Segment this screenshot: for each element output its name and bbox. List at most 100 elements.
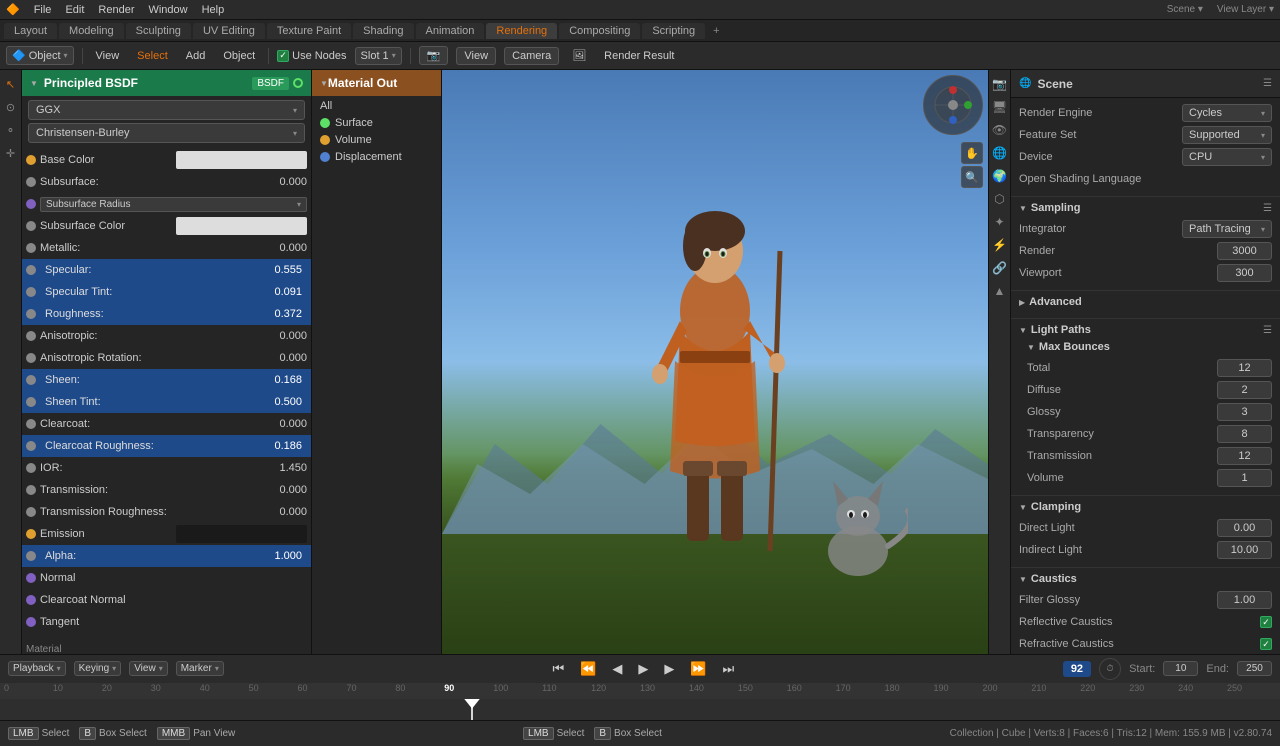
- tab-layout[interactable]: Layout: [4, 23, 57, 39]
- sheen-bar[interactable]: Sheen: 0.168: [40, 371, 307, 389]
- tab-animation[interactable]: Animation: [416, 23, 485, 39]
- left-icon-select[interactable]: ⊙: [2, 98, 20, 116]
- prop-row-transmission[interactable]: Transmission: 0.000: [22, 479, 311, 501]
- sampling-header[interactable]: ▼ Sampling ☰: [1019, 202, 1272, 214]
- camera-btn[interactable]: Camera: [504, 47, 559, 65]
- tab-shading[interactable]: Shading: [353, 23, 413, 39]
- toolbar-view[interactable]: View: [91, 48, 125, 64]
- prop-row-specular-tint[interactable]: Specular Tint: 0.091: [22, 281, 311, 303]
- prop-row-clearcoat[interactable]: Clearcoat: 0.000: [22, 413, 311, 435]
- clamping-expand-icon[interactable]: ▼: [1019, 503, 1027, 512]
- mode-dropdown[interactable]: 🔷Object▾: [6, 46, 74, 65]
- right-icon-object[interactable]: ⬡: [991, 190, 1009, 208]
- add-workspace-btn[interactable]: +: [707, 23, 725, 39]
- prop-row-sheen-tint[interactable]: Sheen Tint: 0.500: [22, 391, 311, 413]
- refractive-caustics-checkbox[interactable]: ✓: [1260, 638, 1272, 650]
- clamping-header[interactable]: ▼ Clamping: [1019, 501, 1272, 513]
- transparency-bounces-field[interactable]: 8: [1217, 425, 1272, 443]
- play-btn[interactable]: ▶: [634, 659, 652, 679]
- marker-dropdown[interactable]: Marker▾: [176, 661, 224, 676]
- left-icon-transform[interactable]: ✛: [2, 144, 20, 162]
- glossy-bounces-field[interactable]: 3: [1217, 403, 1272, 421]
- direct-light-field[interactable]: 0.00: [1217, 519, 1272, 537]
- view-dropdown[interactable]: View▾: [129, 661, 168, 676]
- base-color-swatch[interactable]: [176, 151, 308, 169]
- advanced-header[interactable]: ▶ Advanced: [1019, 296, 1272, 308]
- integrator-dropdown[interactable]: Path Tracing ▾: [1182, 220, 1272, 238]
- vp-btn-camera2[interactable]: 🔍: [961, 166, 983, 188]
- tab-modeling[interactable]: Modeling: [59, 23, 124, 39]
- use-nodes-checkbox[interactable]: ✓ Use Nodes: [277, 50, 346, 62]
- diffuse-bounces-field[interactable]: 2: [1217, 381, 1272, 399]
- jump-end-btn[interactable]: ⏭: [719, 659, 739, 679]
- prop-row-normal[interactable]: Normal: [22, 567, 311, 589]
- roughness-bar[interactable]: Roughness: 0.372: [40, 305, 307, 323]
- prev-keyframe-btn[interactable]: ⏪: [576, 659, 600, 679]
- scrubber-area[interactable]: [0, 699, 1280, 720]
- render-samples-field[interactable]: 3000: [1217, 242, 1272, 260]
- viewport-btn[interactable]: View: [456, 47, 496, 65]
- tab-scripting[interactable]: Scripting: [642, 23, 705, 39]
- light-paths-list-icon[interactable]: ☰: [1263, 325, 1272, 336]
- panel-options-icon[interactable]: ☰: [1263, 78, 1272, 89]
- render-icon[interactable]: 🖼: [567, 47, 591, 64]
- toolbar-add[interactable]: Add: [181, 48, 211, 64]
- sampling-list-icon[interactable]: ☰: [1263, 203, 1272, 214]
- tab-compositing[interactable]: Compositing: [559, 23, 640, 39]
- keying-dropdown[interactable]: Keying▾: [74, 661, 122, 676]
- nav-gizmo[interactable]: [923, 75, 983, 135]
- timeline-ruler-area[interactable]: 0 10 20 30 40 50 60 70 80 90 100 110 120…: [0, 683, 1280, 720]
- max-bounces-header[interactable]: ▼ Max Bounces: [1019, 341, 1272, 353]
- prop-row-sheen[interactable]: Sheen: 0.168: [22, 369, 311, 391]
- step-forward-btn[interactable]: ▶: [660, 659, 678, 679]
- right-icon-data[interactable]: ▲: [991, 282, 1009, 300]
- max-bounces-expand-icon[interactable]: ▼: [1027, 343, 1035, 352]
- viewport-nav-controls[interactable]: [923, 75, 983, 135]
- next-keyframe-btn[interactable]: ⏩: [686, 659, 710, 679]
- menu-render[interactable]: Render: [98, 4, 134, 16]
- subsurface-radius-dropdown[interactable]: Subsurface Radius▾: [40, 197, 307, 212]
- right-icon-view[interactable]: 👁: [991, 121, 1009, 139]
- prop-row-emission[interactable]: Emission: [22, 523, 311, 545]
- prop-row-ior[interactable]: IOR: 1.450: [22, 457, 311, 479]
- jump-start-btn[interactable]: ⏮: [548, 659, 568, 679]
- mat-out-item-all[interactable]: All: [320, 100, 433, 112]
- caustics-expand-icon[interactable]: ▼: [1019, 575, 1027, 584]
- tab-sculpting[interactable]: Sculpting: [126, 23, 191, 39]
- mat-out-item-volume[interactable]: Volume: [320, 134, 433, 146]
- step-back-btn[interactable]: ◀: [608, 659, 626, 679]
- view-btn[interactable]: 📷: [419, 46, 449, 65]
- right-icon-particles[interactable]: ✦: [991, 213, 1009, 231]
- advanced-expand-icon[interactable]: ▶: [1019, 298, 1025, 307]
- right-icon-output[interactable]: 🖥: [991, 98, 1009, 116]
- render-engine-dropdown[interactable]: Cycles ▾: [1182, 104, 1272, 122]
- tab-uv-editing[interactable]: UV Editing: [193, 23, 265, 39]
- mat-out-item-surface[interactable]: Surface: [320, 117, 433, 129]
- transmission-bounces-field[interactable]: 12: [1217, 447, 1272, 465]
- sheen-tint-bar[interactable]: Sheen Tint: 0.500: [40, 393, 307, 411]
- right-icon-constraints[interactable]: 🔗: [991, 259, 1009, 277]
- prop-row-alpha[interactable]: Alpha: 1.000: [22, 545, 311, 567]
- right-icon-world[interactable]: 🌍: [991, 167, 1009, 185]
- prop-row-clearcoat-roughness[interactable]: Clearcoat Roughness: 0.186: [22, 435, 311, 457]
- use-nodes-check[interactable]: ✓: [277, 50, 289, 62]
- filter-glossy-field[interactable]: 1.00: [1217, 591, 1272, 609]
- toolbar-select[interactable]: Select: [132, 48, 173, 64]
- prop-row-subsurface[interactable]: Subsurface: 0.000: [22, 171, 311, 193]
- start-frame-field[interactable]: 10: [1163, 661, 1198, 676]
- indirect-light-field[interactable]: 10.00: [1217, 541, 1272, 559]
- prop-row-clearcoat-normal[interactable]: Clearcoat Normal: [22, 589, 311, 611]
- light-paths-expand-icon[interactable]: ▼: [1019, 326, 1027, 335]
- sampling-expand-icon[interactable]: ▼: [1019, 204, 1027, 213]
- prop-row-subsurface-color[interactable]: Subsurface Color: [22, 215, 311, 237]
- alpha-bar[interactable]: Alpha: 1.000: [40, 547, 307, 565]
- viewport[interactable]: ✋ 🔍: [442, 70, 988, 654]
- subsurface-color-swatch[interactable]: [176, 217, 308, 235]
- prop-row-base-color[interactable]: Base Color: [22, 149, 311, 171]
- left-icon-cursor[interactable]: ↖: [2, 75, 20, 93]
- clearcoat-roughness-bar[interactable]: Clearcoat Roughness: 0.186: [40, 437, 307, 455]
- menu-file[interactable]: File: [34, 4, 52, 16]
- bsdf-expand-icon[interactable]: ▼: [30, 79, 38, 88]
- caustics-header[interactable]: ▼ Caustics: [1019, 573, 1272, 585]
- prop-row-transmission-roughness[interactable]: Transmission Roughness: 0.000: [22, 501, 311, 523]
